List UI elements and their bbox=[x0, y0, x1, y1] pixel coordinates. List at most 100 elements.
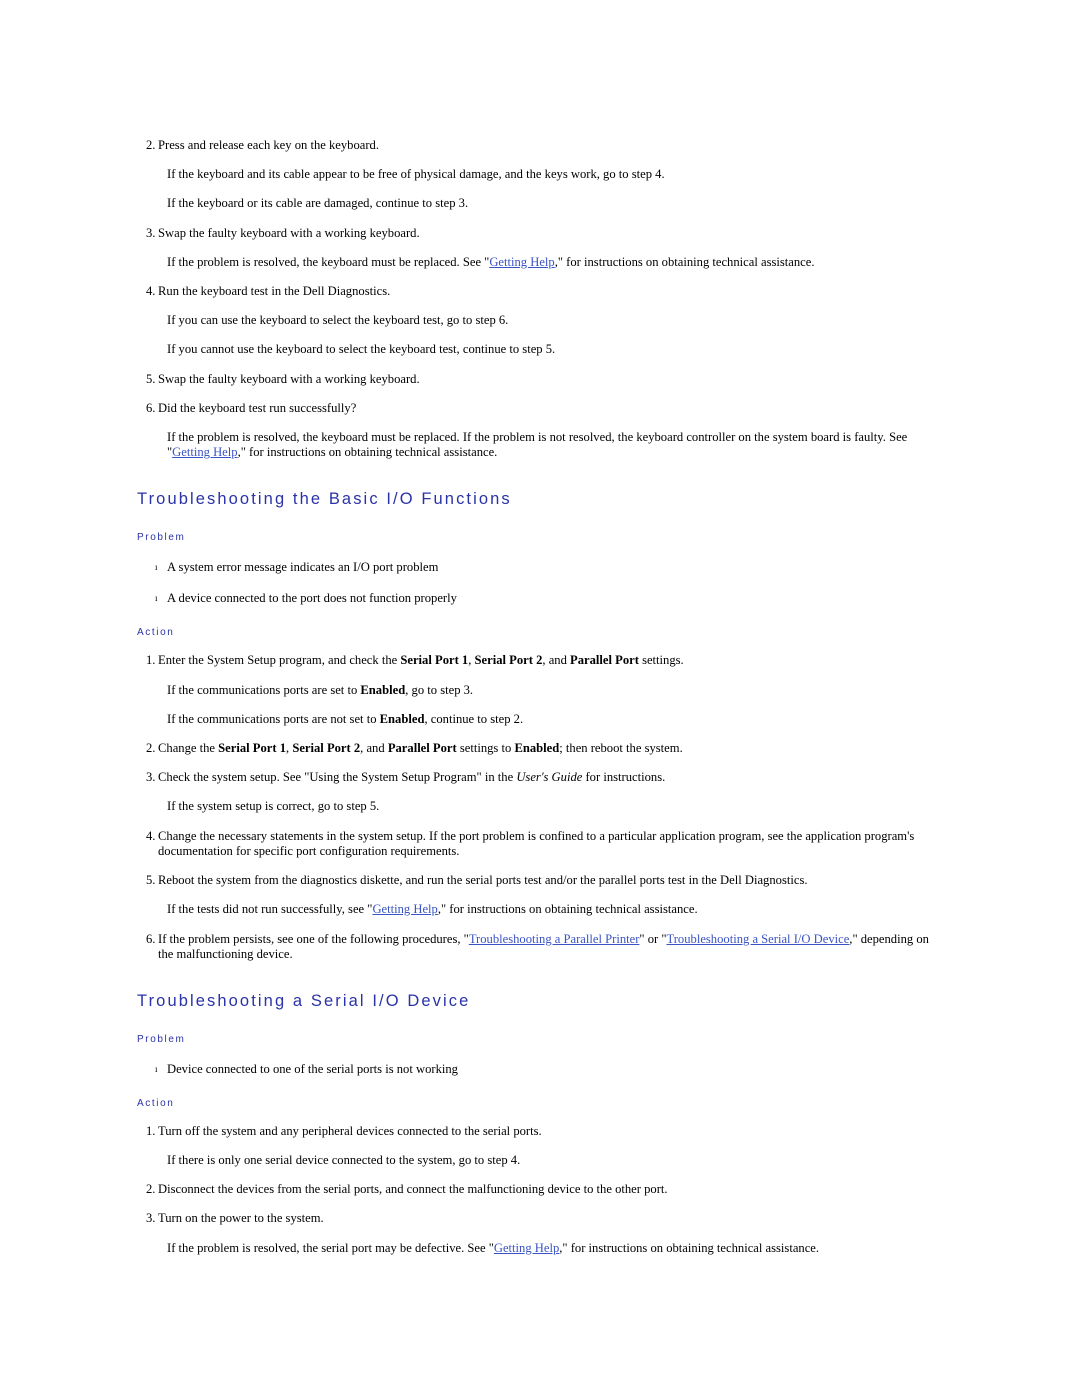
action-label: Action bbox=[137, 627, 175, 639]
list-number: 1. bbox=[146, 653, 156, 668]
list-text: Did the keyboard test run successfully? bbox=[158, 400, 357, 415]
note-paragraph: If the communications ports are not set … bbox=[167, 712, 940, 727]
list-number: 1. bbox=[146, 1123, 156, 1138]
list-number: 4. bbox=[146, 828, 156, 843]
note-paragraph: If the keyboard and its cable appear to … bbox=[167, 167, 665, 182]
list-text: Swap the faulty keyboard with a working … bbox=[158, 225, 420, 240]
bold-term: Enabled bbox=[379, 711, 425, 726]
text-run: , continue to step 2. bbox=[424, 711, 524, 726]
list-number: 4. bbox=[146, 284, 156, 299]
note-text-after: ," for instructions on obtaining technic… bbox=[554, 254, 815, 269]
list-item: 1. Enter the System Setup program, and c… bbox=[137, 653, 940, 668]
text-run: " or " bbox=[639, 931, 667, 946]
list-item: 5. Reboot the system from the diagnostic… bbox=[137, 873, 940, 888]
troubleshooting-serial-io-device-link[interactable]: Troubleshooting a Serial I/O Device bbox=[666, 932, 849, 946]
note-paragraph: If you cannot use the keyboard to select… bbox=[167, 342, 556, 357]
list-text: Enter the System Setup program, and chec… bbox=[158, 653, 940, 668]
text-run: ," for instructions on obtaining technic… bbox=[559, 1240, 820, 1255]
bold-term: Serial Port 1 bbox=[400, 653, 469, 668]
text-run: If the problem is resolved, the serial p… bbox=[167, 1240, 494, 1255]
bold-term: Serial Port 1 bbox=[218, 741, 287, 756]
bold-term: Serial Port 2 bbox=[292, 741, 361, 756]
text-run: Check the system setup. See "Using the S… bbox=[158, 770, 517, 785]
list-text: Check the system setup. See "Using the S… bbox=[158, 770, 940, 785]
text-run: , go to step 3. bbox=[405, 682, 474, 697]
getting-help-link[interactable]: Getting Help bbox=[494, 1241, 559, 1255]
list-text: Change the necessary statements in the s… bbox=[158, 828, 915, 858]
note-paragraph: If the keyboard or its cable are damaged… bbox=[167, 196, 469, 211]
serial-io-section: Troubleshooting a Serial I/O Device Prob… bbox=[137, 991, 940, 1256]
bold-term: Enabled bbox=[360, 682, 406, 697]
bullet-text: A system error message indicates an I/O … bbox=[167, 560, 439, 575]
text-run: If the communications ports are not set … bbox=[167, 711, 380, 726]
bullet-text: A device connected to the port does not … bbox=[167, 591, 457, 606]
list-item: 3. Turn on the power to the system. bbox=[137, 1211, 940, 1226]
text-run: If the problem persists, see one of the … bbox=[158, 931, 469, 946]
list-number: 2. bbox=[146, 1182, 156, 1197]
list-item: 1. Turn off the system and any periphera… bbox=[137, 1124, 940, 1139]
list-number: 2. bbox=[146, 741, 156, 756]
getting-help-link[interactable]: Getting Help bbox=[172, 445, 237, 459]
list-item: 2. Press and release each key on the key… bbox=[137, 138, 940, 153]
basic-io-title-block: Troubleshooting the Basic I/O Functions bbox=[137, 489, 940, 510]
list-text: Turn on the power to the system. bbox=[158, 1211, 324, 1226]
document-page: 2. Press and release each key on the key… bbox=[0, 0, 1080, 1256]
getting-help-link[interactable]: Getting Help bbox=[372, 902, 437, 916]
list-item: 5. Swap the faulty keyboard with a worki… bbox=[137, 372, 940, 387]
list-text: If the problem persists, see one of the … bbox=[158, 932, 940, 962]
list-number: 2. bbox=[146, 138, 156, 152]
note-paragraph: If the problem is resolved, the keyboard… bbox=[167, 430, 940, 460]
text-run: for instructions. bbox=[582, 770, 666, 785]
bullet-icon: ı bbox=[155, 1063, 158, 1074]
text-run: settings to bbox=[456, 741, 515, 756]
text-run: If the tests did not run successfully, s… bbox=[167, 902, 373, 917]
note-text-after: ," for instructions on obtaining technic… bbox=[237, 445, 498, 460]
note-paragraph: If the system setup is correct, go to st… bbox=[167, 799, 380, 814]
note-paragraph: If the problem is resolved, the keyboard… bbox=[167, 255, 940, 270]
troubleshooting-parallel-printer-link[interactable]: Troubleshooting a Parallel Printer bbox=[469, 932, 640, 946]
bullet-icon: ı bbox=[155, 593, 158, 604]
list-item: 3. Check the system setup. See "Using th… bbox=[137, 770, 940, 785]
keyboard-steps-section: 2. Press and release each key on the key… bbox=[137, 138, 940, 460]
note-paragraph: If there is only one serial device conne… bbox=[167, 1152, 521, 1167]
list-item: 6. Did the keyboard test run successfull… bbox=[137, 401, 940, 416]
list-item: 3. Swap the faulty keyboard with a worki… bbox=[137, 226, 940, 241]
list-number: 5. bbox=[146, 371, 156, 386]
note-text-before: If the problem is resolved, the keyboard… bbox=[167, 254, 490, 269]
text-run: ," for instructions on obtaining technic… bbox=[437, 902, 698, 917]
list-text: Reboot the system from the diagnostics d… bbox=[158, 873, 808, 888]
text-run: If the communications ports are set to bbox=[167, 682, 361, 697]
list-text: Disconnect the devices from the serial p… bbox=[158, 1182, 668, 1197]
list-item: 2. Change the Serial Port 1, Serial Port… bbox=[137, 741, 940, 756]
bold-term: Parallel Port bbox=[387, 741, 457, 756]
text-run: Enter the System Setup program, and chec… bbox=[158, 653, 401, 668]
list-number: 6. bbox=[146, 400, 156, 415]
bullet-text: Device connected to one of the serial po… bbox=[167, 1061, 458, 1076]
problem-label: Problem bbox=[137, 532, 186, 544]
list-number: 3. bbox=[146, 1211, 156, 1226]
list-item: 4. Run the keyboard test in the Dell Dia… bbox=[137, 284, 940, 299]
italic-term: User's Guide bbox=[516, 770, 583, 785]
bold-term: Parallel Port bbox=[570, 653, 639, 668]
list-number: 3. bbox=[146, 770, 156, 785]
text-run: settings. bbox=[638, 653, 684, 668]
note-paragraph: If the problem is resolved, the serial p… bbox=[167, 1241, 940, 1256]
text-run: , and bbox=[542, 653, 571, 668]
text-run: Change the bbox=[158, 741, 219, 756]
list-item: 4. Change the necessary statements in th… bbox=[137, 829, 940, 859]
list-item: 2. Disconnect the devices from the seria… bbox=[137, 1182, 940, 1197]
text-run: , and bbox=[360, 741, 388, 756]
list-number: 6. bbox=[146, 931, 156, 946]
note-paragraph: If you can use the keyboard to select th… bbox=[167, 313, 509, 328]
getting-help-link[interactable]: Getting Help bbox=[489, 255, 554, 269]
list-text: Run the keyboard test in the Dell Diagno… bbox=[158, 284, 391, 299]
list-item: ı Device connected to one of the serial … bbox=[155, 1062, 940, 1077]
list-text: Change the Serial Port 1, Serial Port 2,… bbox=[158, 741, 940, 756]
list-text: Press and release each key on the keyboa… bbox=[158, 138, 379, 152]
list-text: Turn off the system and any peripheral d… bbox=[158, 1123, 542, 1138]
list-number: 3. bbox=[146, 225, 156, 240]
list-number: 5. bbox=[146, 873, 156, 888]
note-paragraph: If the communications ports are set to E… bbox=[167, 683, 940, 698]
list-text: Swap the faulty keyboard with a working … bbox=[158, 371, 420, 386]
note-paragraph: If the tests did not run successfully, s… bbox=[167, 902, 940, 917]
